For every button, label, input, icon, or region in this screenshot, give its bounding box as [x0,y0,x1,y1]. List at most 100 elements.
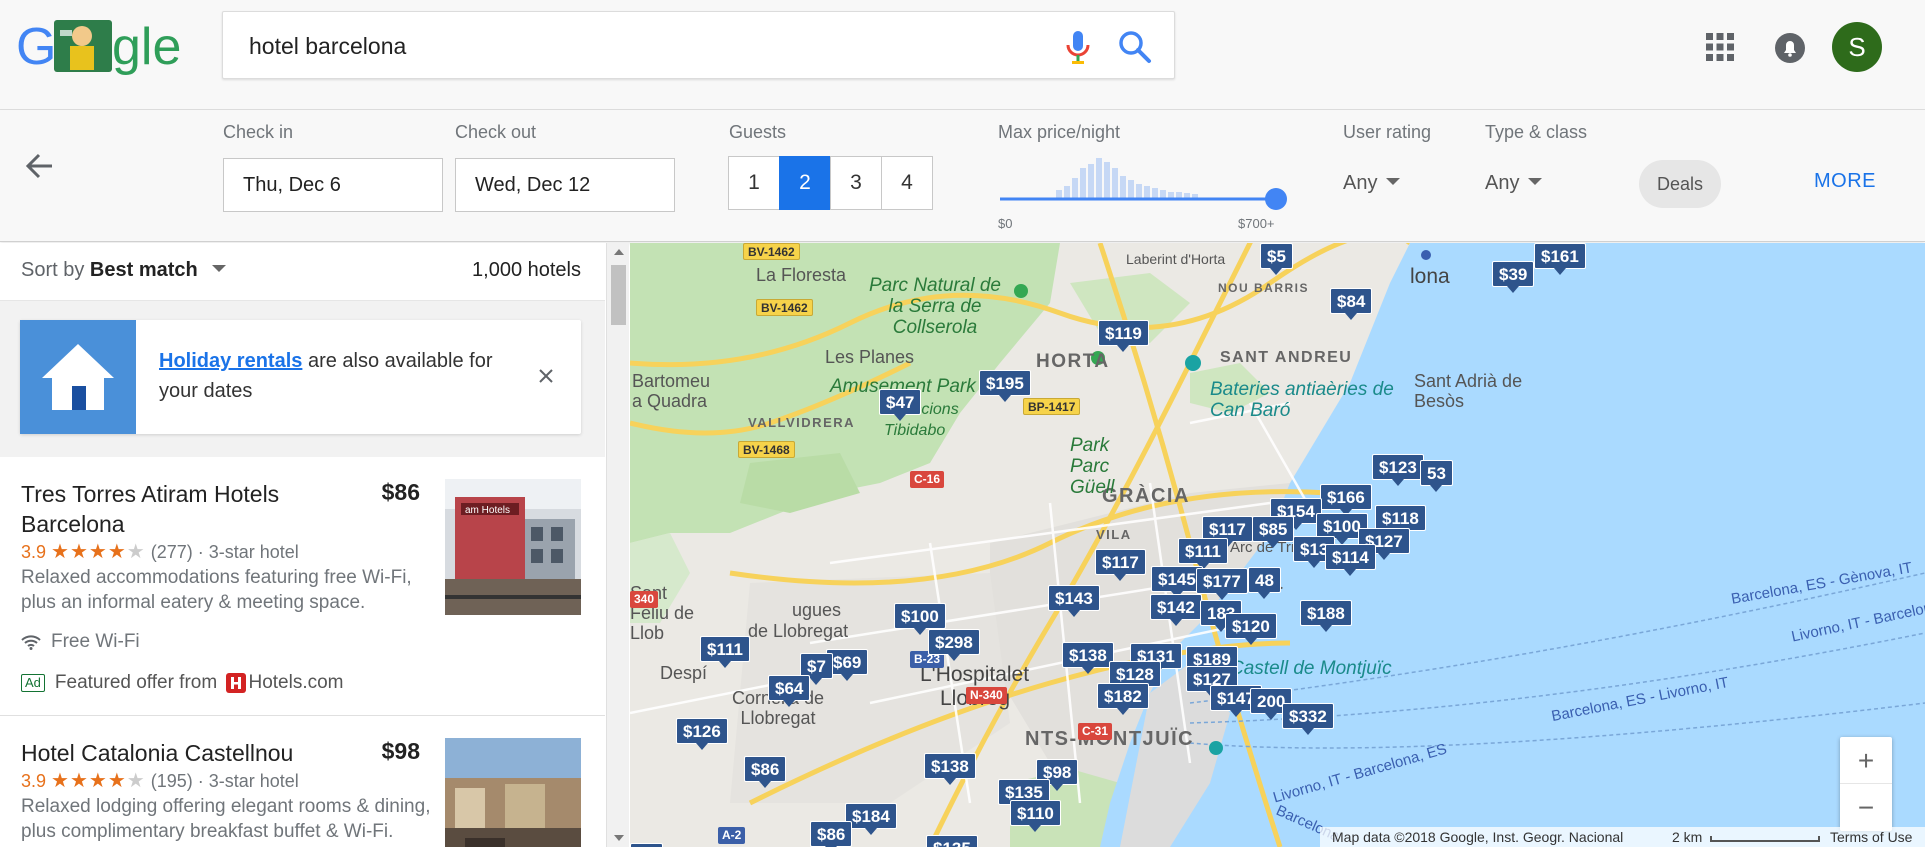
map-data-text: Map data ©2018 Google, Inst. Geogr. Naci… [1332,829,1624,845]
map[interactable]: Laberint d'Horta HORTA SANT ANDREU NOU B… [630,243,1925,847]
price-pin[interactable]: 48 [1248,567,1281,599]
price-pin[interactable]: 53 [1420,460,1453,492]
max-price-label: Max price/night [998,122,1121,142]
price-pin[interactable]: $142 [1150,594,1202,626]
check-out-field[interactable]: Wed, Dec 12 [455,158,675,212]
hotel-name[interactable]: Hotel Catalonia Castellnou [21,738,321,768]
scale-label: 2 km [1672,829,1703,845]
price-pin[interactable]: $117 [1095,549,1146,581]
price-pin[interactable]: $161 [1534,243,1586,275]
guests-option-3[interactable]: 3 [830,156,882,210]
guests-option-1[interactable]: 1 [728,156,780,210]
apps-grid-icon[interactable] [1706,33,1734,61]
rental-text: Holiday rentals are also available for y… [159,346,519,406]
deals-chip[interactable]: Deals [1639,160,1721,208]
scroll-down-icon[interactable] [614,835,624,841]
check-in-field[interactable]: Thu, Dec 6 [223,158,443,212]
price-pin[interactable]: $177 [1196,568,1248,600]
top-bar: G gle S [0,0,1925,110]
results-scrollbar[interactable] [606,243,629,847]
road-shield: C-31 [1078,723,1113,740]
house-icon [20,320,136,434]
sort-row: Sort by Best match 1,000 hotels [0,243,605,301]
price-pin[interactable]: $86 [744,756,787,788]
price-pin[interactable]: $298 [928,629,980,661]
guests-option-4[interactable]: 4 [881,156,933,210]
filter-bar: Check in Thu, Dec 6 Check out Wed, Dec 1… [0,110,1925,242]
holiday-rentals-banner: Holiday rentals are also available for y… [20,320,581,434]
holiday-rentals-link[interactable]: Holiday rentals [159,350,302,372]
price-pin[interactable]: $64 [768,675,811,707]
price-pin[interactable]: $182 [1097,683,1149,715]
scrollbar-thumb[interactable] [611,265,626,325]
price-pin[interactable]: $166 [1320,484,1372,516]
price-pin[interactable]: $84 [1330,288,1373,320]
price-pin[interactable]: $114 [1325,544,1376,576]
search-box[interactable] [222,11,1175,79]
zoom-out-button[interactable]: − [1840,784,1892,831]
price-pin[interactable]: $135 [926,835,978,847]
hotel-card[interactable]: Hotel Catalonia Castellnou $98 3.9 ★★★★★… [0,716,605,847]
price-pin[interactable]: $138 [924,753,976,785]
price-pin[interactable]: $188 [1300,600,1352,632]
price-max-label: $700+ [1238,216,1275,231]
price-histogram-slider[interactable]: $0 $700+ [998,154,1288,236]
price-pin[interactable]: $39 [1492,261,1535,293]
price-pin[interactable]: $123 [1372,454,1424,486]
hotel-class: 3-star hotel [208,771,299,791]
more-filters-button[interactable]: MORE [1814,170,1876,193]
type-class-dropdown[interactable]: Any [1485,172,1543,195]
type-class-value: Any [1485,172,1520,194]
map-label: Castell de Montjuïc [1230,658,1392,679]
zoom-controls: + − [1840,737,1892,831]
price-pin[interactable]: $86 [810,821,853,847]
price-pin[interactable]: $100 [894,603,946,635]
map-attribution: Map data ©2018 Google, Inst. Geogr. Naci… [1320,827,1925,847]
terms-link[interactable]: Terms of Use [1830,829,1912,845]
road-shield: BV-1468 [738,441,795,458]
close-icon[interactable] [535,365,557,387]
review-count: (277) [150,542,193,562]
price-pin[interactable]: $119 [1098,320,1149,352]
price-pin[interactable]: $143 [1048,585,1100,617]
rating-value: 3.9 [21,771,47,791]
google-doodle-logo[interactable]: G gle [16,14,198,76]
hotel-description: Relaxed lodging offering elegant rooms &… [21,796,431,842]
microphone-icon[interactable] [1061,28,1095,66]
price-pin[interactable]: $47 [879,389,922,421]
hotel-photo[interactable] [445,738,581,847]
road-shield: A-2 [718,827,746,844]
price-pin[interactable]: $332 [1282,703,1334,735]
scroll-up-icon[interactable] [614,249,624,255]
price-pin[interactable]: $85 [1252,516,1295,548]
price-pin[interactable]: $111 [700,636,750,668]
road-shield: N-340 [966,687,1007,704]
guests-option-2[interactable]: 2 [779,156,831,210]
price-pin[interactable]: $111 [1178,538,1228,570]
search-input[interactable] [247,28,1027,64]
back-arrow-icon[interactable] [24,150,56,182]
price-pin[interactable]: $138 [1062,642,1114,674]
sort-dropdown[interactable]: Sort by Best match [21,259,227,282]
review-count: (195) [150,771,193,791]
hotel-rating-row: 3.9 ★★★★★ (277) · 3-star hotel [21,541,299,563]
price-pin[interactable]: $5 [1260,243,1293,275]
user-rating-dropdown[interactable]: Any [1343,172,1401,195]
price-pin[interactable]: $3 [630,843,663,847]
hotel-photo[interactable]: am Hotels [445,479,581,615]
map-label: VILA [1096,527,1132,542]
notifications-bell-icon[interactable] [1774,32,1806,64]
hotel-card[interactable]: Tres Torres Atiram Hotels Barcelona $86 … [0,457,605,716]
price-pin[interactable]: $120 [1225,613,1277,645]
account-avatar[interactable]: S [1832,22,1882,72]
zoom-in-button[interactable]: + [1840,737,1892,784]
amenity-row: Free Wi-Fi [21,631,140,653]
hotel-name[interactable]: Tres Torres Atiram Hotels Barcelona [21,479,301,539]
search-icon[interactable] [1117,29,1153,65]
price-pin[interactable]: $110 [1010,800,1061,832]
hotels-com-logo-icon [226,672,247,693]
featured-offer-row[interactable]: Ad Featured offer from Hotels.com [21,672,344,694]
price-pin[interactable]: $195 [979,370,1031,402]
price-pin[interactable]: $184 [845,803,897,835]
price-pin[interactable]: $126 [676,718,728,750]
